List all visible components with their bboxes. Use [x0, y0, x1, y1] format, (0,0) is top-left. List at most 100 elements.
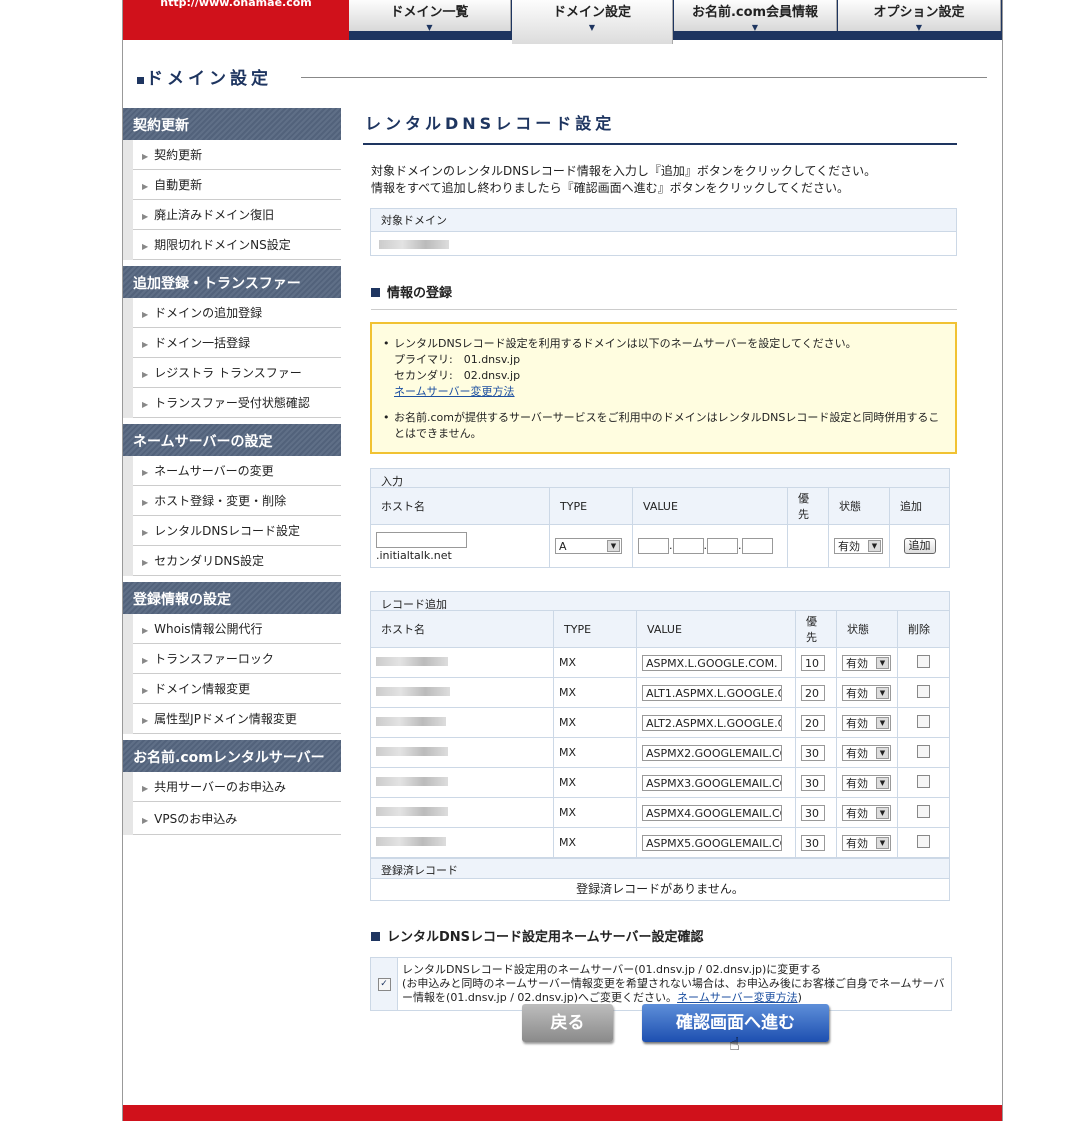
sidebar-item-registrar-transfer[interactable]: ▶ レジストラ トランスファー — [133, 358, 341, 388]
target-domain-label: 対象ドメイン — [371, 209, 956, 232]
type-select[interactable]: A ▼ — [555, 538, 622, 554]
sidebar-item-secondary-dns[interactable]: ▶ セカンダリDNS設定 — [133, 546, 341, 576]
record-priority-input[interactable]: 20 — [801, 714, 825, 731]
sidebar-item-renewal[interactable]: ▶ 契約更新 — [133, 140, 341, 170]
record-state-select[interactable]: 有効 ▼ — [842, 714, 891, 731]
record-state-select[interactable]: 有効 ▼ — [842, 684, 891, 701]
record-delete-checkbox[interactable] — [917, 834, 930, 848]
chevron-down-icon: ▼ — [876, 806, 889, 819]
ip-octet-3-input[interactable] — [707, 538, 738, 554]
record-value-input[interactable]: ASPMX2.GOOGLEMAIL.CO — [642, 744, 782, 761]
record-state-select[interactable]: 有効 ▼ — [842, 804, 891, 821]
sidebar-item-shared-server[interactable]: ▶ 共用サーバーのお申込み — [133, 772, 341, 802]
col-delete: 削除 — [897, 610, 950, 648]
host-input[interactable] — [376, 532, 467, 548]
record-state-select[interactable]: 有効 ▼ — [842, 834, 891, 851]
triangle-right-icon: ▶ — [142, 310, 149, 319]
chevron-down-icon: ▼ — [751, 23, 759, 32]
sidebar-item-auto-renewal[interactable]: ▶ 自動更新 — [133, 170, 341, 200]
sidebar-item-rental-dns[interactable]: ▶ レンタルDNSレコード設定 — [133, 516, 341, 546]
table-row: MX ASPMX2.GOOGLEMAIL.CO 30 有効 ▼ — [370, 737, 950, 768]
sidebar-item-change-ns[interactable]: ▶ ネームサーバーの変更 — [133, 456, 341, 486]
ns-change-checkbox[interactable]: ✓ — [377, 977, 391, 991]
chevron-down-icon: ▼ — [876, 656, 889, 669]
tab-domain-list[interactable]: ドメイン一覧 ▼ — [349, 0, 511, 32]
tab-option-settings[interactable]: オプション設定 ▼ — [838, 0, 1001, 32]
record-delete-checkbox[interactable] — [917, 714, 930, 728]
sidebar-item-transfer-lock[interactable]: ▶ トランスファーロック — [133, 644, 341, 674]
record-value-input[interactable]: ASPMX4.GOOGLEMAIL.CO — [642, 804, 782, 821]
record-delete-checkbox[interactable] — [917, 744, 930, 758]
table-row: MX ASPMX.L.GOOGLE.COM. 10 有効 ▼ — [370, 647, 950, 678]
table-row: MX ASPMX4.GOOGLEMAIL.CO 30 有効 ▼ — [370, 797, 950, 828]
square-bullet-icon — [371, 288, 380, 297]
triangle-right-icon: ▶ — [142, 242, 149, 251]
sidebar-item-restore-domain[interactable]: ▶ 廃止済みドメイン復旧 — [133, 200, 341, 230]
record-priority-input[interactable]: 30 — [801, 744, 825, 761]
triangle-right-icon: ▶ — [142, 212, 149, 221]
record-value-input[interactable]: ASPMX3.GOOGLEMAIL.CO — [642, 774, 782, 791]
sidebar-item-bulk-register[interactable]: ▶ ドメイン一括登録 — [133, 328, 341, 358]
record-priority-input[interactable]: 30 — [801, 834, 825, 851]
col-value: VALUE — [636, 610, 796, 648]
record-state-select[interactable]: 有効 ▼ — [842, 774, 891, 791]
sidebar-item-host-register[interactable]: ▶ ホスト登録・変更・削除 — [133, 486, 341, 516]
ns-change-method-link[interactable]: ネームサーバー変更方法 — [677, 991, 798, 1004]
sidebar-item-whois-proxy[interactable]: ▶ Whois情報公開代行 — [133, 614, 341, 644]
sidebar-item-vps[interactable]: ▶ VPSのお申込み — [133, 802, 341, 835]
col-state: 状態 — [836, 610, 898, 648]
table-row: MX ALT2.ASPMX.L.GOOGLE.CO 20 有効 ▼ — [370, 707, 950, 738]
site-logo[interactable]: http://www.onamae.com — [123, 0, 349, 40]
state-select[interactable]: 有効 ▼ — [834, 538, 883, 554]
page-frame: http://www.onamae.com ドメイン一覧 ▼ ドメイン設定 ▼ … — [122, 0, 1003, 1121]
record-value-input[interactable]: ALT1.ASPMX.L.GOOGLE.CO — [642, 684, 782, 701]
record-priority-input[interactable]: 30 — [801, 774, 825, 791]
record-type: MX — [553, 827, 637, 858]
sidebar-item-expired-ns[interactable]: ▶ 期限切れドメインNS設定 — [133, 230, 341, 260]
tab-member-info[interactable]: お名前.com会員情報 ▼ — [674, 0, 837, 32]
triangle-right-icon: ▶ — [142, 498, 149, 507]
record-value-input[interactable]: ASPMX5.GOOGLEMAIL.CO — [642, 834, 782, 851]
sidebar-item-domain-info-change[interactable]: ▶ ドメイン情報変更 — [133, 674, 341, 704]
sidebar-section-title: 登録情報の設定 — [123, 582, 341, 614]
col-add: 追加 — [889, 487, 950, 525]
record-delete-checkbox[interactable] — [917, 774, 930, 788]
record-priority-input[interactable]: 10 — [801, 654, 825, 671]
record-delete-checkbox[interactable] — [917, 654, 930, 668]
col-state: 状態 — [828, 487, 890, 525]
record-value-input[interactable]: ASPMX.L.GOOGLE.COM. — [642, 654, 782, 671]
ip-octet-1-input[interactable] — [638, 538, 669, 554]
record-type: MX — [553, 677, 637, 708]
record-value-input[interactable]: ALT2.ASPMX.L.GOOGLE.CO — [642, 714, 782, 731]
ip-octet-4-input[interactable] — [741, 538, 773, 554]
record-state-select[interactable]: 有効 ▼ — [842, 654, 891, 671]
sidebar-item-add-domain[interactable]: ▶ ドメインの追加登録 — [133, 298, 341, 328]
record-delete-checkbox[interactable] — [917, 804, 930, 818]
record-host — [370, 647, 554, 678]
tab-domain-settings[interactable]: ドメイン設定 ▼ — [512, 0, 673, 44]
triangle-right-icon: ▶ — [142, 656, 149, 665]
chevron-down-icon: ▼ — [915, 23, 923, 32]
ns-confirm-box: ✓ レンタルDNSレコード設定用のネームサーバー(01.dnsv.jp / 02… — [370, 957, 952, 1011]
col-type: TYPE — [553, 610, 637, 648]
ip-octet-2-input[interactable] — [672, 538, 704, 554]
chevron-down-icon: ▼ — [876, 836, 889, 849]
top-navigation: ドメイン一覧 ▼ ドメイン設定 ▼ お名前.com会員情報 ▼ オプション設定 … — [349, 0, 1002, 44]
back-button[interactable]: 戻る — [522, 1004, 613, 1042]
record-type: MX — [553, 707, 637, 738]
sidebar-item-transfer-status[interactable]: ▶ トランスファー受付状態確認 — [133, 388, 341, 418]
triangle-right-icon: ▶ — [142, 182, 149, 191]
record-state-select[interactable]: 有効 ▼ — [842, 744, 891, 761]
record-priority-input[interactable]: 30 — [801, 804, 825, 821]
col-priority: 優先 — [795, 610, 837, 648]
ns-change-method-link[interactable]: ネームサーバー変更方法 — [394, 385, 515, 398]
record-type: MX — [553, 797, 637, 828]
hand-cursor-icon: ☝ — [729, 1034, 740, 1055]
nameserver-notice: レンタルDNSレコード設定を利用するドメインは以下のネームサーバーを設定してくだ… — [370, 322, 957, 454]
record-delete-checkbox[interactable] — [917, 684, 930, 698]
sidebar-item-jp-domain-change[interactable]: ▶ 属性型JPドメイン情報変更 — [133, 704, 341, 734]
record-host — [370, 677, 554, 708]
add-button[interactable]: 追加 — [903, 538, 936, 554]
record-priority-input[interactable]: 20 — [801, 684, 825, 701]
ns-confirm-text: レンタルDNSレコード設定用のネームサーバー(01.dnsv.jp / 02.d… — [402, 963, 945, 1004]
